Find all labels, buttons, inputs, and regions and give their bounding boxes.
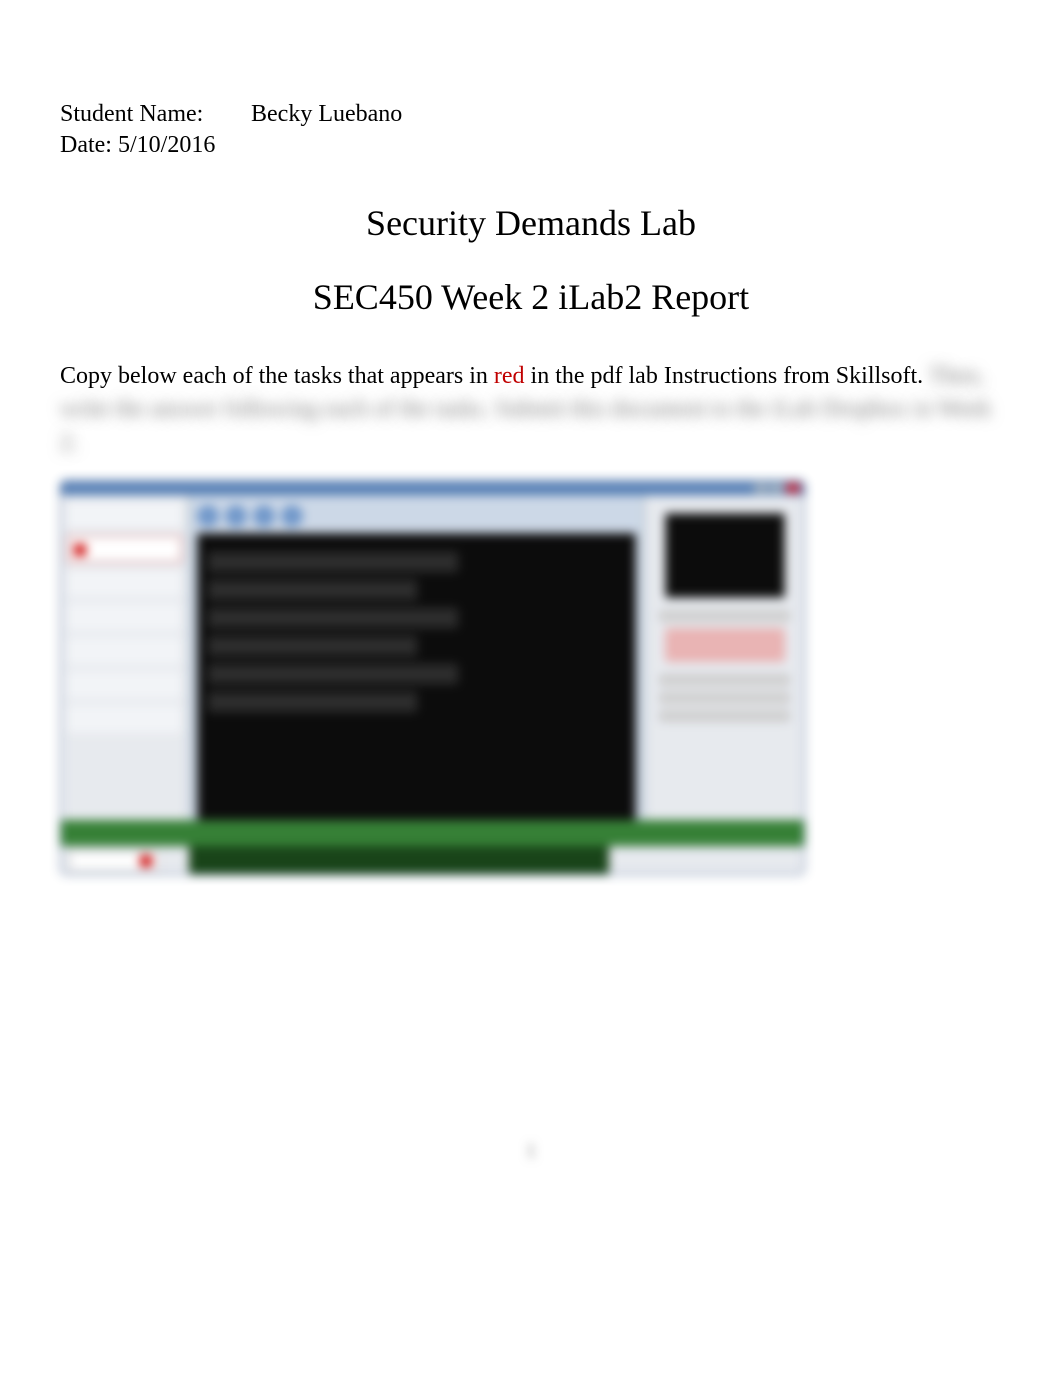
status-bar	[61, 820, 804, 846]
tab-icon[interactable]	[225, 505, 247, 527]
sidebar-item[interactable]	[67, 637, 182, 665]
right-text-line	[659, 674, 790, 686]
center-pane	[189, 495, 644, 874]
sidebar-item[interactable]	[67, 569, 182, 597]
close-icon[interactable]	[786, 483, 800, 493]
intro-paragraph: Copy below each of the tasks that appear…	[60, 360, 1002, 461]
minimize-icon[interactable]	[754, 483, 768, 493]
left-sidebar	[61, 495, 189, 874]
alert-icon	[74, 544, 86, 556]
intro-red-word: red	[494, 363, 525, 389]
terminal-line	[208, 608, 458, 628]
terminal-line	[208, 580, 417, 600]
tab-icon[interactable]	[197, 505, 219, 527]
sidebar-item[interactable]	[67, 603, 182, 631]
intro-text-1: Copy below each of the tasks that appear…	[60, 363, 494, 389]
page-number: 1	[0, 1140, 1062, 1163]
terminal-line	[208, 552, 458, 572]
student-name-label: Student Name:	[60, 100, 245, 129]
app-window	[60, 480, 805, 875]
right-sidebar	[644, 495, 804, 874]
bottom-button[interactable]	[69, 851, 159, 871]
terminal-line	[208, 664, 458, 684]
terminal-line	[208, 692, 417, 712]
terminal-line	[208, 636, 417, 656]
maximize-icon[interactable]	[770, 483, 784, 493]
sidebar-item[interactable]	[67, 705, 182, 733]
date-label: Date:	[60, 132, 112, 158]
tab-icon[interactable]	[281, 505, 303, 527]
right-text-line	[659, 692, 790, 704]
sidebar-item[interactable]	[67, 501, 182, 529]
sidebar-item[interactable]	[67, 671, 182, 699]
warning-panel	[665, 628, 785, 662]
tab-strip	[197, 505, 636, 527]
preview-thumbnail[interactable]	[665, 513, 785, 598]
intro-text-2: in the pdf lab Instructions from Skillso…	[531, 363, 924, 389]
record-icon	[140, 855, 152, 867]
date-value: 5/10/2016	[118, 132, 215, 158]
tab-icon[interactable]	[253, 505, 275, 527]
window-titlebar	[61, 481, 804, 495]
right-text-line	[659, 710, 790, 722]
terminal-output[interactable]	[197, 533, 636, 864]
bottom-dark-strip	[189, 846, 609, 874]
embedded-screenshot	[60, 480, 805, 875]
student-name-value: Becky Luebano	[251, 101, 402, 127]
sidebar-item-active[interactable]	[67, 535, 182, 563]
right-text-line	[659, 610, 790, 622]
page-subtitle: SEC450 Week 2 iLab2 Report	[60, 276, 1002, 318]
page-title: Security Demands Lab	[60, 202, 1002, 244]
